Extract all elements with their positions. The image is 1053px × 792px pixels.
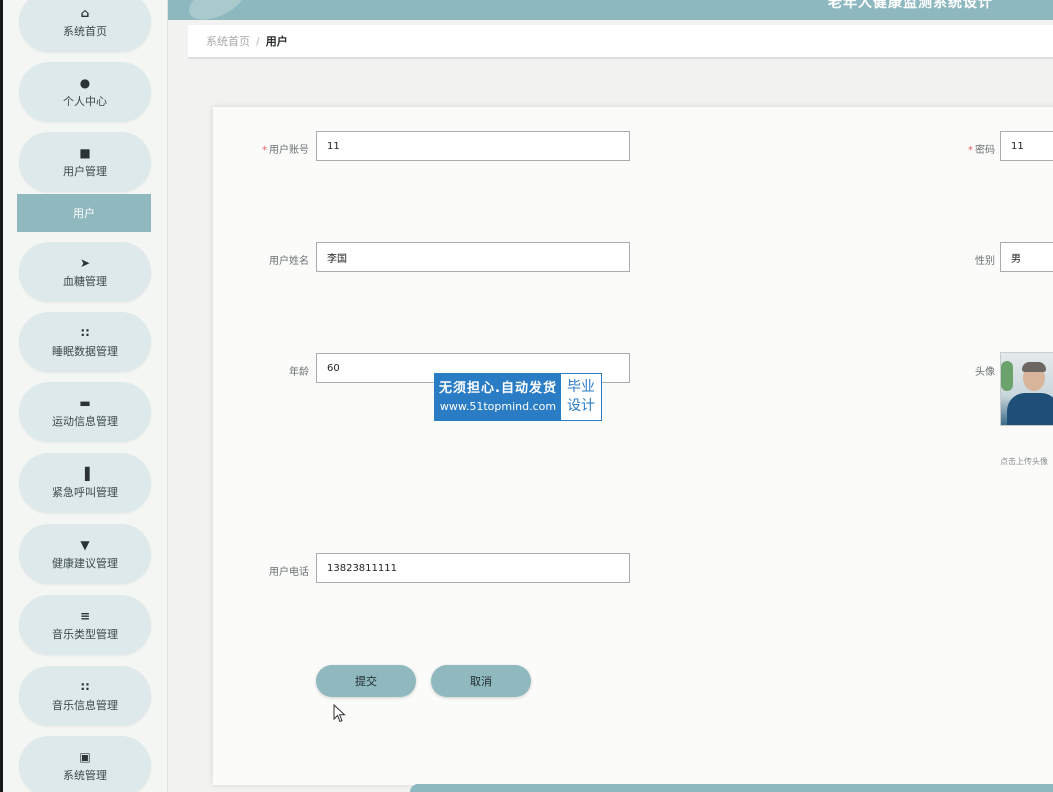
password-label: * 密码: [968, 145, 995, 156]
sidebar-item-music-info[interactable]: ∷ 音乐信息管理: [19, 666, 151, 726]
sidebar-item-home[interactable]: ⌂ 系统首页: [19, 0, 151, 52]
avatar-upload[interactable]: [1000, 352, 1053, 426]
mouse-cursor-icon: [333, 704, 346, 723]
sidebar-item-label: 系统首页: [63, 24, 107, 38]
decorative-leaf: [183, 0, 251, 20]
account-label: * 用户账号: [262, 145, 309, 156]
users-icon: ■: [79, 145, 91, 160]
sidebar-item-label: 音乐类型管理: [52, 627, 118, 641]
avatar-label: 头像: [975, 367, 995, 378]
person-icon: ●: [79, 75, 91, 90]
name-label: 用户姓名: [269, 256, 309, 267]
cancel-button[interactable]: 取消: [431, 665, 531, 697]
sidebar-item-label: 用户管理: [63, 164, 107, 178]
phone-input[interactable]: [316, 553, 630, 583]
grid-icon: ∷: [80, 679, 90, 694]
bookmark-icon: ▣: [79, 749, 91, 764]
age-label: 年龄: [289, 367, 309, 378]
sidebar-item-label: 音乐信息管理: [52, 698, 118, 712]
submit-button[interactable]: 提交: [316, 665, 416, 697]
phone-label: 用户电话: [269, 567, 309, 578]
sidebar-item-music-type[interactable]: ≡ 音乐类型管理: [19, 595, 151, 655]
grid-icon: ∷: [80, 325, 90, 340]
sidebar-item-label: 紧急呼叫管理: [52, 485, 118, 499]
gender-select[interactable]: [1000, 242, 1053, 272]
sidebar-subitem-user[interactable]: 用户: [17, 194, 151, 232]
filter-icon: ▼: [80, 537, 90, 552]
watermark-url: www.51topmind.com: [439, 400, 557, 413]
password-input[interactable]: [1000, 131, 1053, 161]
watermark-right2: 设计: [566, 398, 595, 414]
decorative-bottom-bar: [410, 784, 1053, 792]
sidebar-item-label: 睡眠数据管理: [52, 344, 118, 358]
sidebar-item-label: 运动信息管理: [52, 414, 118, 428]
sidebar-item-label: 系统管理: [63, 768, 107, 782]
sidebar-item-user-management[interactable]: ■ 用户管理: [19, 132, 151, 192]
name-input[interactable]: [316, 242, 630, 272]
sidebar-item-system[interactable]: ▣ 系统管理: [19, 736, 151, 792]
account-input[interactable]: [316, 131, 630, 161]
watermark-right1: 毕业: [566, 379, 595, 395]
home-icon: ⌂: [80, 5, 90, 20]
bar-chart-icon: ▐: [80, 466, 90, 481]
top-header-bar: 老年人健康监测系统设计: [167, 0, 1053, 20]
breadcrumb-current: 用户: [265, 35, 288, 48]
sidebar-item-label: 个人中心: [63, 94, 107, 108]
list-icon: ≡: [79, 608, 91, 623]
breadcrumb-home-link[interactable]: 系统首页: [206, 33, 250, 49]
sidebar-item-sleep-data[interactable]: ∷ 睡眠数据管理: [19, 312, 151, 372]
watermark-badge: 无须担心.自动发货 www.51topmind.com 毕业 设计: [434, 373, 602, 421]
send-icon: ➤: [79, 255, 91, 270]
sidebar-item-profile[interactable]: ● 个人中心: [19, 62, 151, 122]
sidebar-item-exercise-info[interactable]: ▬ 运动信息管理: [19, 382, 151, 442]
breadcrumb: 系统首页 / 用户: [188, 25, 1053, 59]
required-mark: *: [968, 145, 973, 156]
breadcrumb-separator: /: [256, 34, 260, 48]
sidebar-item-health-advice[interactable]: ▼ 健康建议管理: [19, 524, 151, 584]
app-title: 老年人健康监测系统设计: [828, 0, 993, 11]
required-mark: *: [262, 145, 267, 156]
app-window: 老年人健康监测系统设计 ⌂ 系统首页 ● 个人中心 ■ 用户管理 用户 ➤ 血糖…: [0, 0, 1053, 792]
sidebar-item-emergency-call[interactable]: ▐ 紧急呼叫管理: [19, 453, 151, 513]
user-form-card: *用户账号 *密码 用户姓名 性别 年龄 头像 点击上传头像 用户电话: [213, 107, 1053, 785]
sidebar-item-label: 健康建议管理: [52, 556, 118, 570]
gender-label: 性别: [975, 256, 995, 267]
sidebar-item-label: 血糖管理: [63, 274, 107, 288]
sidebar: ⌂ 系统首页 ● 个人中心 ■ 用户管理 用户 ➤ 血糖管理 ∷ 睡眠数据管理 …: [3, 0, 168, 792]
watermark-line1: 无须担心.自动发货: [439, 381, 557, 396]
sidebar-item-blood-sugar[interactable]: ➤ 血糖管理: [19, 242, 151, 302]
chat-icon: ▬: [79, 395, 91, 410]
upload-hint: 点击上传头像: [1000, 457, 1048, 466]
